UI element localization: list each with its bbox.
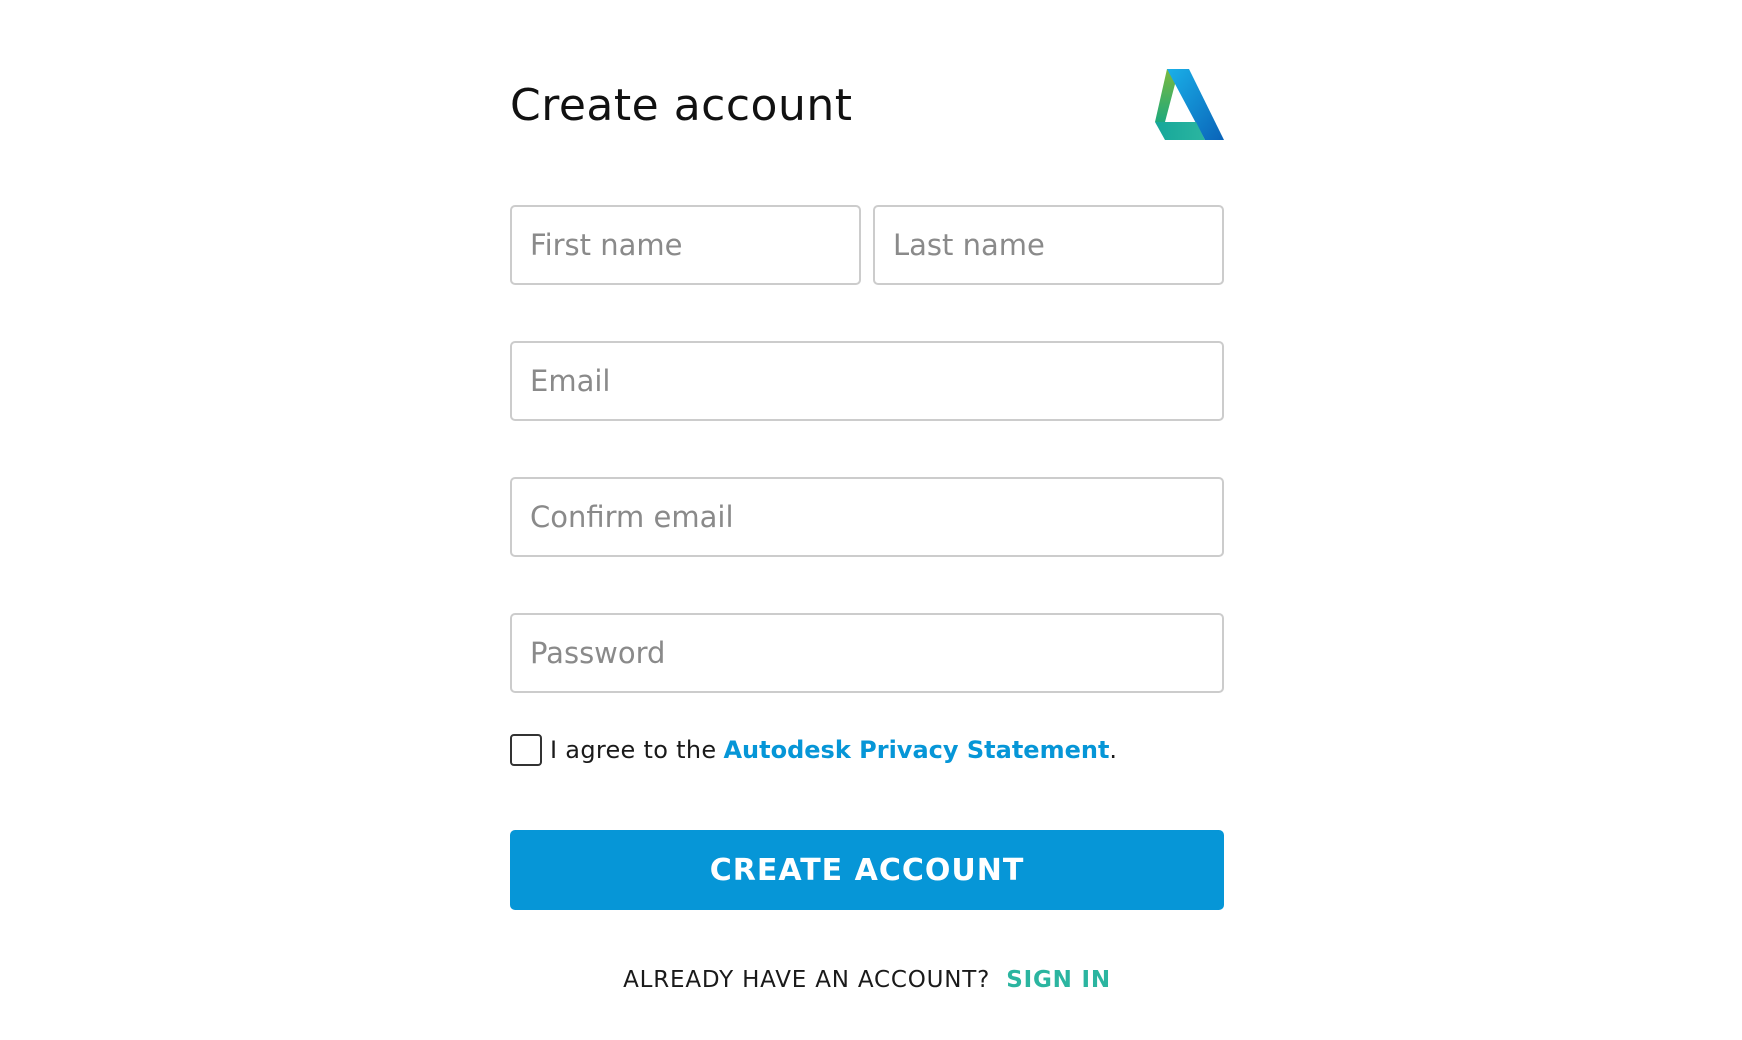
agree-label: I agree to the [550, 736, 717, 764]
agree-suffix: . [1109, 736, 1118, 764]
last-name-input[interactable] [873, 205, 1224, 285]
create-account-form: Create account I agree to the Autodesk [510, 0, 1224, 1040]
privacy-agree-checkbox[interactable] [510, 734, 542, 766]
privacy-statement-link[interactable]: Autodesk Privacy Statement [723, 736, 1109, 764]
email-input[interactable] [510, 341, 1224, 421]
autodesk-logo-icon [1155, 69, 1224, 140]
page-title: Create account [510, 80, 853, 131]
privacy-agreement-row: I agree to the Autodesk Privacy Statemen… [510, 733, 1117, 767]
signin-prompt-row: ALREADY HAVE AN ACCOUNT? SIGN IN [510, 967, 1224, 993]
create-account-button[interactable]: CREATE ACCOUNT [510, 830, 1224, 910]
first-name-input[interactable] [510, 205, 861, 285]
signin-prompt-text: ALREADY HAVE AN ACCOUNT? [623, 967, 991, 993]
password-input[interactable] [510, 613, 1224, 693]
confirm-email-input[interactable] [510, 477, 1224, 557]
sign-in-link[interactable]: SIGN IN [1006, 967, 1111, 993]
